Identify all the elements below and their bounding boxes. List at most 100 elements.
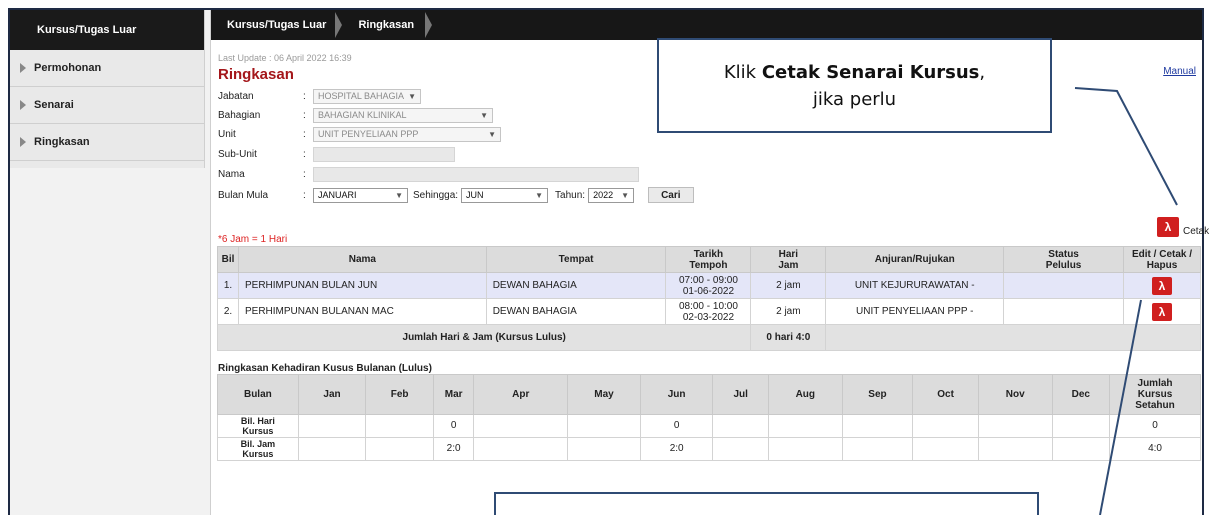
month-cell (977, 414, 1053, 438)
sidebar-item-permohonan[interactable]: Permohonan (10, 50, 204, 87)
cetak-label: Cetak (1183, 226, 1210, 237)
month-cell (1051, 414, 1111, 438)
cell-nama: PERHIMPUNAN BULANAN MAC (237, 298, 487, 325)
cari-button[interactable]: Cari (648, 187, 694, 203)
cell-edit: λ (1123, 298, 1201, 325)
table-header-row: Bil Nama Tempat Tarikh Tempoh Hari Jam Anj… (217, 246, 1201, 273)
callout-line2: jika perlu (812, 88, 897, 110)
col-header-month: Apr (473, 374, 569, 415)
col-header-month: Jan (297, 374, 367, 415)
breadcrumb-item-ringkasan[interactable]: Ringkasan (340, 10, 432, 40)
unit-select[interactable]: UNIT PENYELIAAN PPP ▼ (313, 126, 501, 142)
col-header-tarikh: Tarikh Tempoh (665, 246, 752, 273)
unit-label: Unit (218, 128, 236, 140)
cell-edit: λ (1123, 272, 1201, 299)
month-cell (712, 437, 769, 461)
breadcrumb-item-kursus[interactable]: Kursus/Tugas Luar (219, 10, 343, 40)
month-cell (977, 437, 1053, 461)
month-cell (567, 437, 641, 461)
col-header-month: Dec (1051, 374, 1111, 415)
col-header-bulan: Bulan (217, 374, 299, 415)
col-header-month: May (567, 374, 641, 415)
total-cell: 0 (1109, 414, 1201, 438)
month-cell (841, 414, 914, 438)
month-cell (473, 414, 569, 438)
chevron-right-icon (20, 63, 26, 73)
col-header-total: Jumlah Kursus Setahun (1109, 374, 1201, 415)
bahagian-value: BAHAGIAN KLINIKAL (318, 110, 407, 120)
tahun-select[interactable]: 2022 ▼ (588, 187, 635, 203)
col-header-hari: Hari Jam (750, 246, 827, 273)
col-header-month: Aug (767, 374, 843, 415)
cell-bil: 1. (217, 272, 239, 299)
pdf-icon[interactable]: λ (1152, 276, 1172, 295)
month-cell: 2:0 (639, 437, 714, 461)
summary-label: Jumlah Hari & Jam (Kursus Lulus) (216, 324, 752, 351)
monthly-summary-title: Ringkasan Kehadiran Kusus Bulanan (Lulus… (218, 363, 432, 374)
pdf-icon[interactable]: λ (1152, 302, 1172, 321)
month-cell (567, 414, 641, 438)
month-cell: 2:0 (432, 437, 475, 461)
tahun-value: 2022 (593, 190, 614, 200)
cell-hari-jam: 2 jam (750, 272, 827, 299)
nama-field[interactable] (313, 166, 639, 182)
sidebar-item-label: Senarai (34, 99, 74, 111)
cell-anjuran: UNIT PENYELIAAN PPP - (825, 298, 1005, 325)
col-header-month: Oct (912, 374, 979, 415)
col-header-anjuran: Anjuran/Rujukan (825, 246, 1005, 273)
col-header-edit: Edit / Cetak / Hapus (1123, 246, 1201, 273)
bulan-mula-value: JANUARI (318, 190, 357, 200)
hari-note: *6 Jam = 1 Hari (218, 234, 288, 245)
cell-bil: 2. (217, 298, 239, 325)
month-cell (473, 437, 569, 461)
pdf-icon: λ (1157, 217, 1179, 237)
col-header-month: Sep (841, 374, 914, 415)
cetak-senarai-button[interactable]: λ Cetak (1157, 217, 1209, 237)
month-cell (365, 414, 434, 438)
form-row-bulan: Bulan Mula : JANUARI ▼ Sehingga: JUN ▼ T… (218, 187, 694, 203)
monthly-row-jam: Bil. Jam Kursus 2:0 2:0 4:0 (217, 437, 1201, 461)
sehingga-value: JUN (466, 190, 484, 200)
form-row-jabatan: Jabatan : HOSPITAL BAHAGIA ▼ (218, 88, 421, 104)
month-cell (912, 437, 979, 461)
total-cell: 4:0 (1109, 437, 1201, 461)
month-cell (767, 414, 843, 438)
summary-row: Jumlah Hari & Jam (Kursus Lulus) 0 hari … (216, 324, 1201, 351)
sidebar-item-senarai[interactable]: Senarai (10, 87, 204, 124)
sehingga-select[interactable]: JUN ▼ (461, 187, 549, 203)
chevron-right-icon (20, 100, 26, 110)
cell-tempat: DEWAN BAHAGIA (485, 298, 667, 325)
sidebar-item-ringkasan[interactable]: Ringkasan (10, 124, 204, 161)
row-label-hari: Bil. Hari Kursus (217, 414, 299, 438)
table-row[interactable]: 1. PERHIMPUNAN BULAN JUN DEWAN BAHAGIA 0… (217, 272, 1201, 299)
month-cell (365, 437, 434, 461)
nama-label: Nama (218, 168, 245, 180)
cell-tempat: DEWAN BAHAGIA (485, 272, 667, 299)
month-cell (712, 414, 769, 438)
cell-hari-jam: 2 jam (750, 298, 827, 325)
month-cell: 0 (432, 414, 475, 438)
month-cell (1051, 437, 1111, 461)
col-header-tempat: Tempat (485, 246, 667, 273)
table-row[interactable]: 2. PERHIMPUNAN BULANAN MAC DEWAN BAHAGIA… (217, 298, 1201, 325)
manual-link[interactable]: Manual (1163, 66, 1196, 77)
bahagian-select[interactable]: BAHAGIAN KLINIKAL ▼ (313, 107, 493, 123)
subunit-field[interactable] (313, 146, 455, 162)
cell-status (1003, 298, 1125, 325)
row-label-jam: Bil. Jam Kursus (217, 437, 299, 461)
sidebar: Kursus/Tugas Luar Permohonan Senarai Rin… (10, 10, 205, 168)
monthly-summary-table: Bulan Jan Feb Mar Apr May Jun Jul Aug Se… (217, 374, 1201, 461)
cell-nama: PERHIMPUNAN BULAN JUN (237, 272, 487, 299)
sidebar-header[interactable]: Kursus/Tugas Luar (10, 10, 204, 50)
col-header-month: Feb (365, 374, 434, 415)
month-cell (767, 437, 843, 461)
chevron-down-icon: ▼ (621, 190, 630, 200)
bulan-mula-select[interactable]: JANUARI ▼ (313, 187, 408, 203)
col-header-month: Jun (639, 374, 714, 415)
sidebar-item-label: Ringkasan (34, 136, 90, 148)
callout-cetak-senarai: Klik Cetak Senarai Kursus, jika perlu (657, 38, 1052, 133)
sidebar-item-label: Permohonan (34, 62, 102, 74)
jabatan-select[interactable]: HOSPITAL BAHAGIA ▼ (313, 88, 421, 104)
cell-status (1003, 272, 1125, 299)
form-row-unit: Unit : UNIT PENYELIAAN PPP ▼ (218, 126, 501, 142)
